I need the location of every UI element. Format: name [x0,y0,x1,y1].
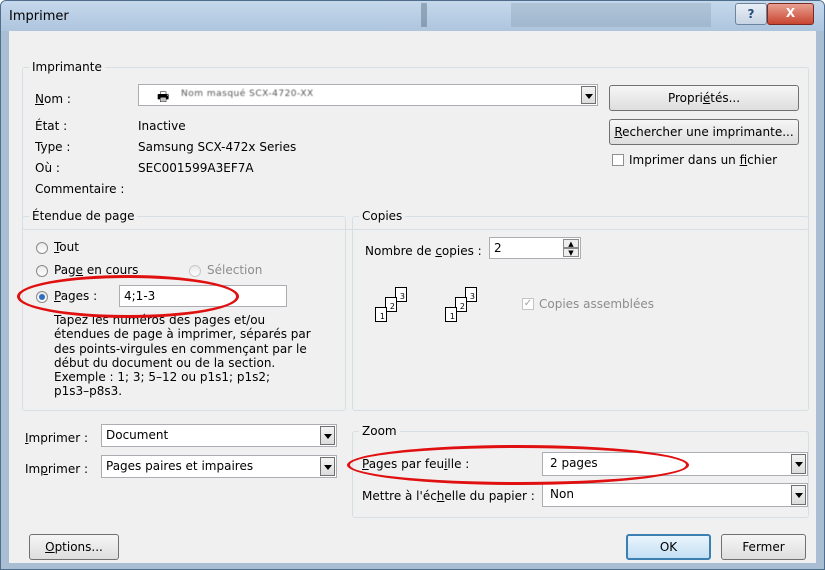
pages-per-sheet-value: 2 pages [550,456,598,470]
properties-button[interactable]: Propriétés... [609,85,799,111]
stepper-down-icon[interactable]: ▼ [563,248,579,257]
chevron-down-icon[interactable] [791,454,806,474]
page-number: 1 [449,312,455,321]
collate-checkbox[interactable]: ✓ [522,298,534,310]
print-what-label: Imprimer : [25,431,88,445]
printer-state-label: État : [35,119,68,133]
titlebar-decoration [511,3,711,27]
chevron-down-icon[interactable] [320,457,335,476]
page-range-legend: Étendue de page [29,209,138,223]
page-number: 2 [389,302,395,311]
title-bar[interactable]: Imprimer ? X [1,1,824,31]
range-current-radio[interactable] [36,265,48,277]
help-line: Exemple : 1; 3; 5–12 ou p1s1; p1s2; [54,370,271,385]
copies-count-stepper[interactable]: 2 ▲ ▼ [489,237,581,259]
print-which-label: Imprimer : [25,462,88,476]
help-line: étendues de page à imprimer, séparés par [54,327,311,342]
chevron-down-icon[interactable] [791,485,806,505]
printer-legend: Imprimante [29,60,105,74]
help-line: p1s3–p8s3. [54,384,123,399]
pages-input[interactable]: 4;1-3 [119,285,287,307]
pages-input-value: 4;1-3 [124,289,156,303]
page-number: 1 [379,312,385,321]
range-all-label[interactable]: Tout [54,240,79,254]
chevron-down-icon[interactable] [320,426,335,445]
close-button[interactable]: X [767,3,814,25]
pages-per-sheet-label: Pages par feuille : [362,457,470,471]
copies-legend: Copies [359,209,406,223]
page-number: 3 [469,292,475,301]
stepper-up-icon[interactable]: ▲ [563,239,579,248]
scale-value: Non [550,487,574,501]
range-pages-radio[interactable] [36,291,48,303]
options-button[interactable]: Options... [29,534,119,560]
help-line: début du document ou de la section. [54,355,276,370]
print-which-value: Pages paires et impaires [106,459,254,473]
printer-comment-label: Commentaire : [35,182,125,196]
zoom-legend: Zoom [359,424,400,438]
window-title: Imprimer [9,9,69,24]
printer-state-value: Inactive [138,119,186,133]
page-number: 2 [459,302,465,311]
range-pages-label[interactable]: Pages : [54,289,97,303]
range-selection-label[interactable]: Sélection [207,263,262,277]
dialog-body: Imprimante Nom : 🖶 Nom masqué SCX-4720-X… [9,31,816,563]
chevron-down-icon[interactable] [581,86,596,104]
printer-icon: 🖶 [157,90,170,105]
printer-name-select[interactable]: 🖶 Nom masqué SCX-4720-XX [138,84,598,106]
printer-location-label: Où : [35,161,60,175]
collate-label[interactable]: Copies assemblées [539,297,654,311]
copies-count-label: Nombre de copies : [365,244,482,258]
printer-location-value: SEC001599A3EF7A [138,161,254,175]
close-dialog-button[interactable]: Fermer [721,534,806,560]
pages-help-text: Tapez les numéros des pages et/ou étendu… [54,313,311,399]
titlebar-decoration [421,3,427,27]
range-current-label[interactable]: Page en cours [54,263,138,277]
print-what-select[interactable]: Document [101,424,337,447]
pages-per-sheet-select[interactable]: 2 pages [542,452,808,476]
print-to-file-checkbox[interactable] [612,154,624,166]
help-button[interactable]: ? [735,3,767,25]
range-selection-radio[interactable] [189,265,201,277]
print-what-value: Document [106,428,169,442]
ok-button[interactable]: OK [626,534,711,560]
page-number: 3 [399,292,405,301]
print-dialog: Imprimer ? X Imprimante Nom : 🖶 Nom masq… [0,0,825,570]
help-line: Tapez les numéros des pages et/ou [54,313,266,327]
find-printer-button[interactable]: Rechercher une imprimante... [609,119,799,145]
printer-name-label: Nom : [35,92,71,106]
scale-select[interactable]: Non [542,483,808,507]
scale-label: Mettre à l'échelle du papier : [362,489,535,503]
help-line: des points-virgules en commençant par le [54,341,307,356]
printer-type-label: Type : [35,140,71,154]
copies-count-value: 2 [494,241,502,255]
printer-name-value: Nom masqué SCX-4720-XX [181,89,314,99]
print-to-file-label[interactable]: Imprimer dans un fichier [629,153,777,167]
print-which-select[interactable]: Pages paires et impaires [101,455,337,478]
range-all-radio[interactable] [36,242,48,254]
printer-type-value: Samsung SCX-472x Series [138,140,297,154]
